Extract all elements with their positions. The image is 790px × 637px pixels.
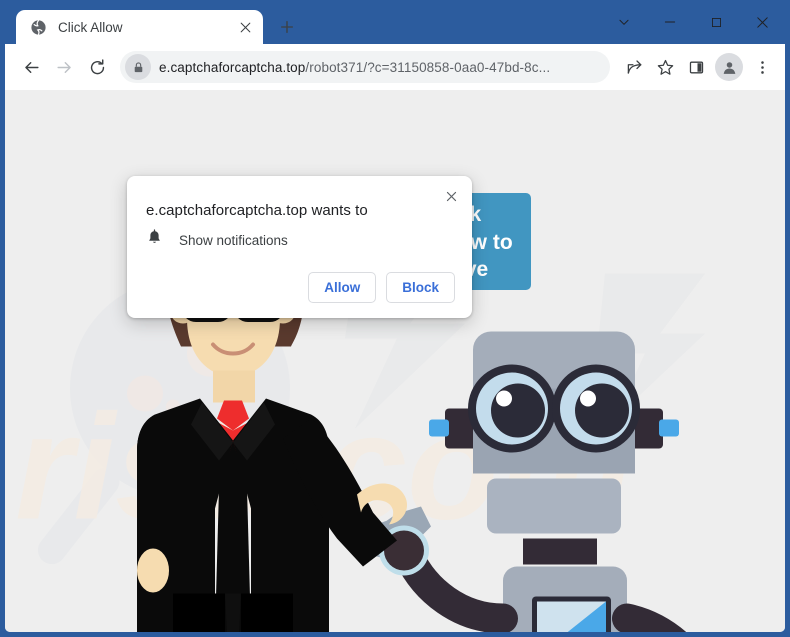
close-icon[interactable] bbox=[235, 17, 255, 37]
dialog-title: e.captchaforcaptcha.top wants to bbox=[146, 202, 368, 219]
browser-tab[interactable]: Click Allow bbox=[16, 10, 263, 44]
forward-button[interactable] bbox=[48, 51, 80, 83]
block-button[interactable]: Block bbox=[386, 272, 455, 303]
bell-icon bbox=[146, 229, 163, 251]
chevron-down-icon[interactable] bbox=[601, 6, 647, 38]
allow-button[interactable]: Allow bbox=[308, 272, 377, 303]
permission-label: Show notifications bbox=[179, 232, 288, 248]
tab-strip: Click Allow bbox=[5, 4, 785, 44]
close-icon[interactable] bbox=[438, 183, 464, 209]
page-illustration: risk.com bbox=[5, 90, 785, 632]
browser-toolbar: e.captchaforcaptcha.top/robot371/?c=3115… bbox=[5, 44, 785, 90]
side-panel-icon[interactable] bbox=[681, 51, 711, 83]
url-host: e.captchaforcaptcha.top bbox=[159, 59, 306, 75]
browser-window: Click Allow e.captchaforcaptcha.top/robo… bbox=[0, 0, 790, 637]
maximize-icon[interactable] bbox=[693, 6, 739, 38]
lock-icon[interactable] bbox=[125, 54, 151, 80]
new-tab-button[interactable] bbox=[272, 12, 302, 42]
address-bar[interactable]: e.captchaforcaptcha.top/robot371/?c=3115… bbox=[120, 51, 610, 83]
url-path: /robot371/?c=31150858-0aa0-47bd-8c... bbox=[305, 59, 551, 75]
notification-permission-dialog: e.captchaforcaptcha.top wants to Show no… bbox=[127, 176, 472, 318]
window-controls bbox=[601, 6, 785, 38]
globe-icon bbox=[30, 19, 47, 36]
robot-eye-right bbox=[552, 364, 640, 453]
close-icon[interactable] bbox=[739, 6, 785, 38]
permission-row: Show notifications bbox=[146, 229, 288, 251]
robot-eye-left bbox=[468, 364, 556, 453]
tab-title: Click Allow bbox=[58, 19, 123, 35]
reload-button[interactable] bbox=[81, 51, 113, 83]
url-text: e.captchaforcaptcha.top/robot371/?c=3115… bbox=[159, 60, 550, 75]
dialog-actions: Allow Block bbox=[308, 272, 455, 303]
share-icon[interactable] bbox=[619, 51, 649, 83]
back-button[interactable] bbox=[15, 51, 47, 83]
profile-avatar[interactable] bbox=[715, 53, 743, 81]
three-dots-icon[interactable] bbox=[747, 51, 777, 83]
page-viewport: risk.com bbox=[5, 90, 785, 632]
star-icon[interactable] bbox=[650, 51, 680, 83]
minimize-icon[interactable] bbox=[647, 6, 693, 38]
